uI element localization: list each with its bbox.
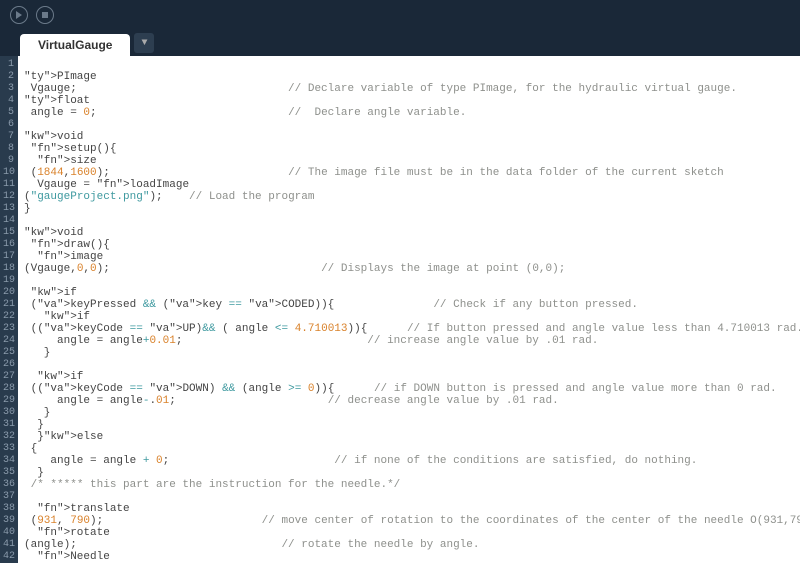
code-line: "fn">Needle	[24, 551, 800, 563]
code-line	[24, 359, 800, 371]
code-line: "kw">if	[24, 287, 800, 299]
code-line: }	[24, 467, 800, 479]
code-line: "fn">rotate	[24, 527, 800, 539]
stop-icon	[41, 11, 49, 19]
line-gutter: 1 2 3 4 5 6 7 8 9 10 11 12 13 14 15 16 1…	[0, 56, 18, 563]
code-line: "kw">if	[24, 371, 800, 383]
stop-button[interactable]	[36, 6, 54, 24]
code-line: "ty">PImage	[24, 71, 800, 83]
tab-dropdown-button[interactable]: ▼	[134, 33, 154, 53]
code-line: angle = angle-.01; // decrease angle val…	[24, 395, 800, 407]
code-line	[24, 215, 800, 227]
code-line: }	[24, 347, 800, 359]
tabbar: VirtualGauge ▼	[0, 30, 800, 56]
code-line: "ty">float	[24, 95, 800, 107]
code-line: }	[24, 419, 800, 431]
code-line: "kw">void	[24, 227, 800, 239]
code-line: /* ***** this part are the instruction f…	[24, 479, 800, 491]
code-area[interactable]: "ty">PImage Vgauge; // Declare variable …	[18, 56, 800, 563]
code-line: "kw">if	[24, 311, 800, 323]
code-line	[24, 59, 800, 71]
editor: 1 2 3 4 5 6 7 8 9 10 11 12 13 14 15 16 1…	[0, 56, 800, 563]
code-line: }	[24, 203, 800, 215]
code-line: }	[24, 407, 800, 419]
run-button[interactable]	[10, 6, 28, 24]
code-line: angle = angle+0.01; // increase angle va…	[24, 335, 800, 347]
code-line: Vgauge = "fn">loadImage	[24, 179, 800, 191]
play-icon	[15, 11, 23, 19]
code-line	[24, 491, 800, 503]
code-line	[24, 275, 800, 287]
code-line: "fn">size	[24, 155, 800, 167]
code-line: angle = angle + 0; // if none of the con…	[24, 455, 800, 467]
code-line: }"kw">else	[24, 431, 800, 443]
code-line: "kw">void	[24, 131, 800, 143]
code-line	[24, 119, 800, 131]
code-line: "fn">image	[24, 251, 800, 263]
toolbar	[0, 0, 800, 30]
code-line: "fn">translate	[24, 503, 800, 515]
tab-active[interactable]: VirtualGauge	[20, 34, 130, 56]
